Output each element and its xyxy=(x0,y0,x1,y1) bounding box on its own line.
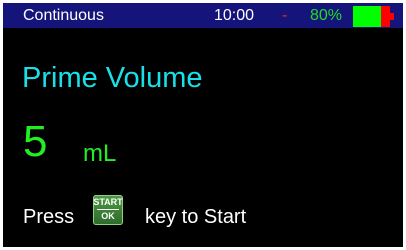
key-label-ok: OK xyxy=(101,211,115,221)
instruction-press: Press xyxy=(23,206,75,228)
volume-value: 5 xyxy=(23,117,48,166)
key-divider xyxy=(97,209,119,210)
battery-empty-fill xyxy=(381,6,390,27)
status-bar: Continuous 10:00 - 80% xyxy=(3,3,403,28)
page-title: Prime Volume xyxy=(22,62,203,94)
pump-screen: Continuous 10:00 - 80% Prime Volume 5 mL… xyxy=(3,3,403,247)
mode-label: Continuous xyxy=(23,7,104,24)
instruction-text: Press key to Start xyxy=(23,206,246,228)
battery-terminal xyxy=(390,13,394,20)
instruction-key-to-start: key to Start xyxy=(145,206,247,228)
volume-unit: mL xyxy=(83,140,117,167)
clock-time: 10:00 xyxy=(214,7,255,24)
battery-percent: 80% xyxy=(310,7,343,24)
status-separator: - xyxy=(282,7,288,24)
start-ok-key-icon: START OK xyxy=(93,195,123,225)
battery-icon xyxy=(353,6,394,27)
key-label-start: START xyxy=(93,197,123,207)
battery-charge-fill xyxy=(353,6,381,27)
